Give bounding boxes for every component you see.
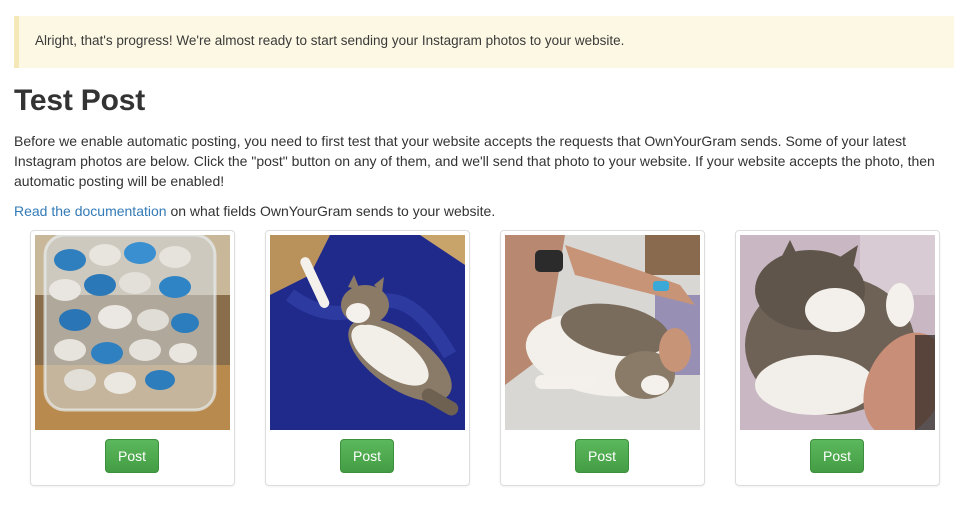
documentation-suffix: on what fields OwnYourGram sends to your… xyxy=(166,203,496,219)
cat-with-paw-on-hand-photo xyxy=(740,235,935,430)
post-button[interactable]: Post xyxy=(105,439,159,473)
jar-of-candies-photo xyxy=(35,235,230,430)
progress-alert: Alright, that's progress! We're almost r… xyxy=(14,16,954,68)
post-button[interactable]: Post xyxy=(340,439,394,473)
photo-card: Post xyxy=(265,230,470,486)
cat-on-blue-blanket-photo xyxy=(270,235,465,430)
photo-card: Post xyxy=(30,230,235,486)
page-title: Test Post xyxy=(14,84,146,117)
documentation-line: Read the documentation on what fields Ow… xyxy=(14,201,495,221)
cat-held-in-arm-photo xyxy=(505,235,700,430)
intro-paragraph: Before we enable automatic posting, you … xyxy=(14,133,935,189)
alert-message: Alright, that's progress! We're almost r… xyxy=(35,33,625,48)
photo-card: Post xyxy=(500,230,705,486)
post-button[interactable]: Post xyxy=(575,439,629,473)
post-button[interactable]: Post xyxy=(810,439,864,473)
documentation-link[interactable]: Read the documentation xyxy=(14,203,167,219)
photo-card: Post xyxy=(735,230,940,486)
